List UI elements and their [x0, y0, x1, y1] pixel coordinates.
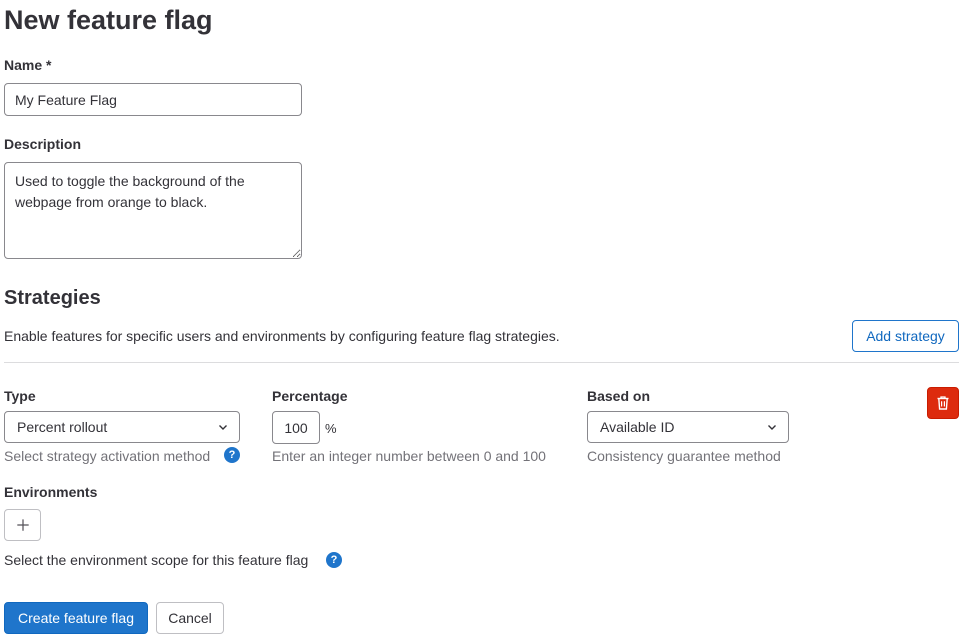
- add-strategy-button[interactable]: Add strategy: [852, 320, 959, 352]
- question-icon[interactable]: ?: [224, 447, 240, 463]
- question-icon[interactable]: ?: [326, 552, 342, 568]
- cancel-button[interactable]: Cancel: [156, 602, 224, 634]
- based-on-select[interactable]: Available ID: [587, 411, 789, 443]
- name-label: Name *: [4, 57, 52, 73]
- chevron-down-icon: [768, 425, 776, 430]
- type-select-value: Percent rollout: [17, 419, 108, 435]
- environments-help-text: Select the environment scope for this fe…: [4, 552, 309, 568]
- chevron-down-icon: [219, 425, 227, 430]
- percentage-unit: %: [325, 421, 337, 436]
- type-label: Type: [4, 388, 36, 404]
- plus-icon: [16, 519, 29, 531]
- add-environment-button[interactable]: [4, 509, 41, 541]
- page-title: New feature flag: [4, 5, 213, 35]
- name-input[interactable]: [4, 83, 302, 116]
- type-help-text: Select strategy activation method: [4, 448, 211, 464]
- description-label: Description: [4, 136, 82, 152]
- percentage-help-text: Enter an integer number between 0 and 10…: [272, 448, 546, 464]
- trash-icon: [937, 396, 949, 410]
- based-on-help-text: Consistency guarantee method: [587, 448, 781, 464]
- environments-label: Environments: [4, 484, 98, 500]
- strategies-divider: [4, 362, 959, 363]
- strategies-heading: Strategies: [4, 287, 101, 309]
- type-select[interactable]: Percent rollout: [4, 411, 240, 443]
- percentage-input[interactable]: [272, 411, 320, 444]
- based-on-select-value: Available ID: [600, 419, 675, 435]
- delete-strategy-button[interactable]: [927, 387, 959, 419]
- description-textarea[interactable]: Used to toggle the background of the web…: [4, 162, 302, 259]
- based-on-label: Based on: [587, 388, 651, 404]
- percentage-label: Percentage: [272, 388, 348, 404]
- create-feature-flag-button[interactable]: Create feature flag: [4, 602, 148, 634]
- strategies-description: Enable features for specific users and e…: [4, 328, 560, 344]
